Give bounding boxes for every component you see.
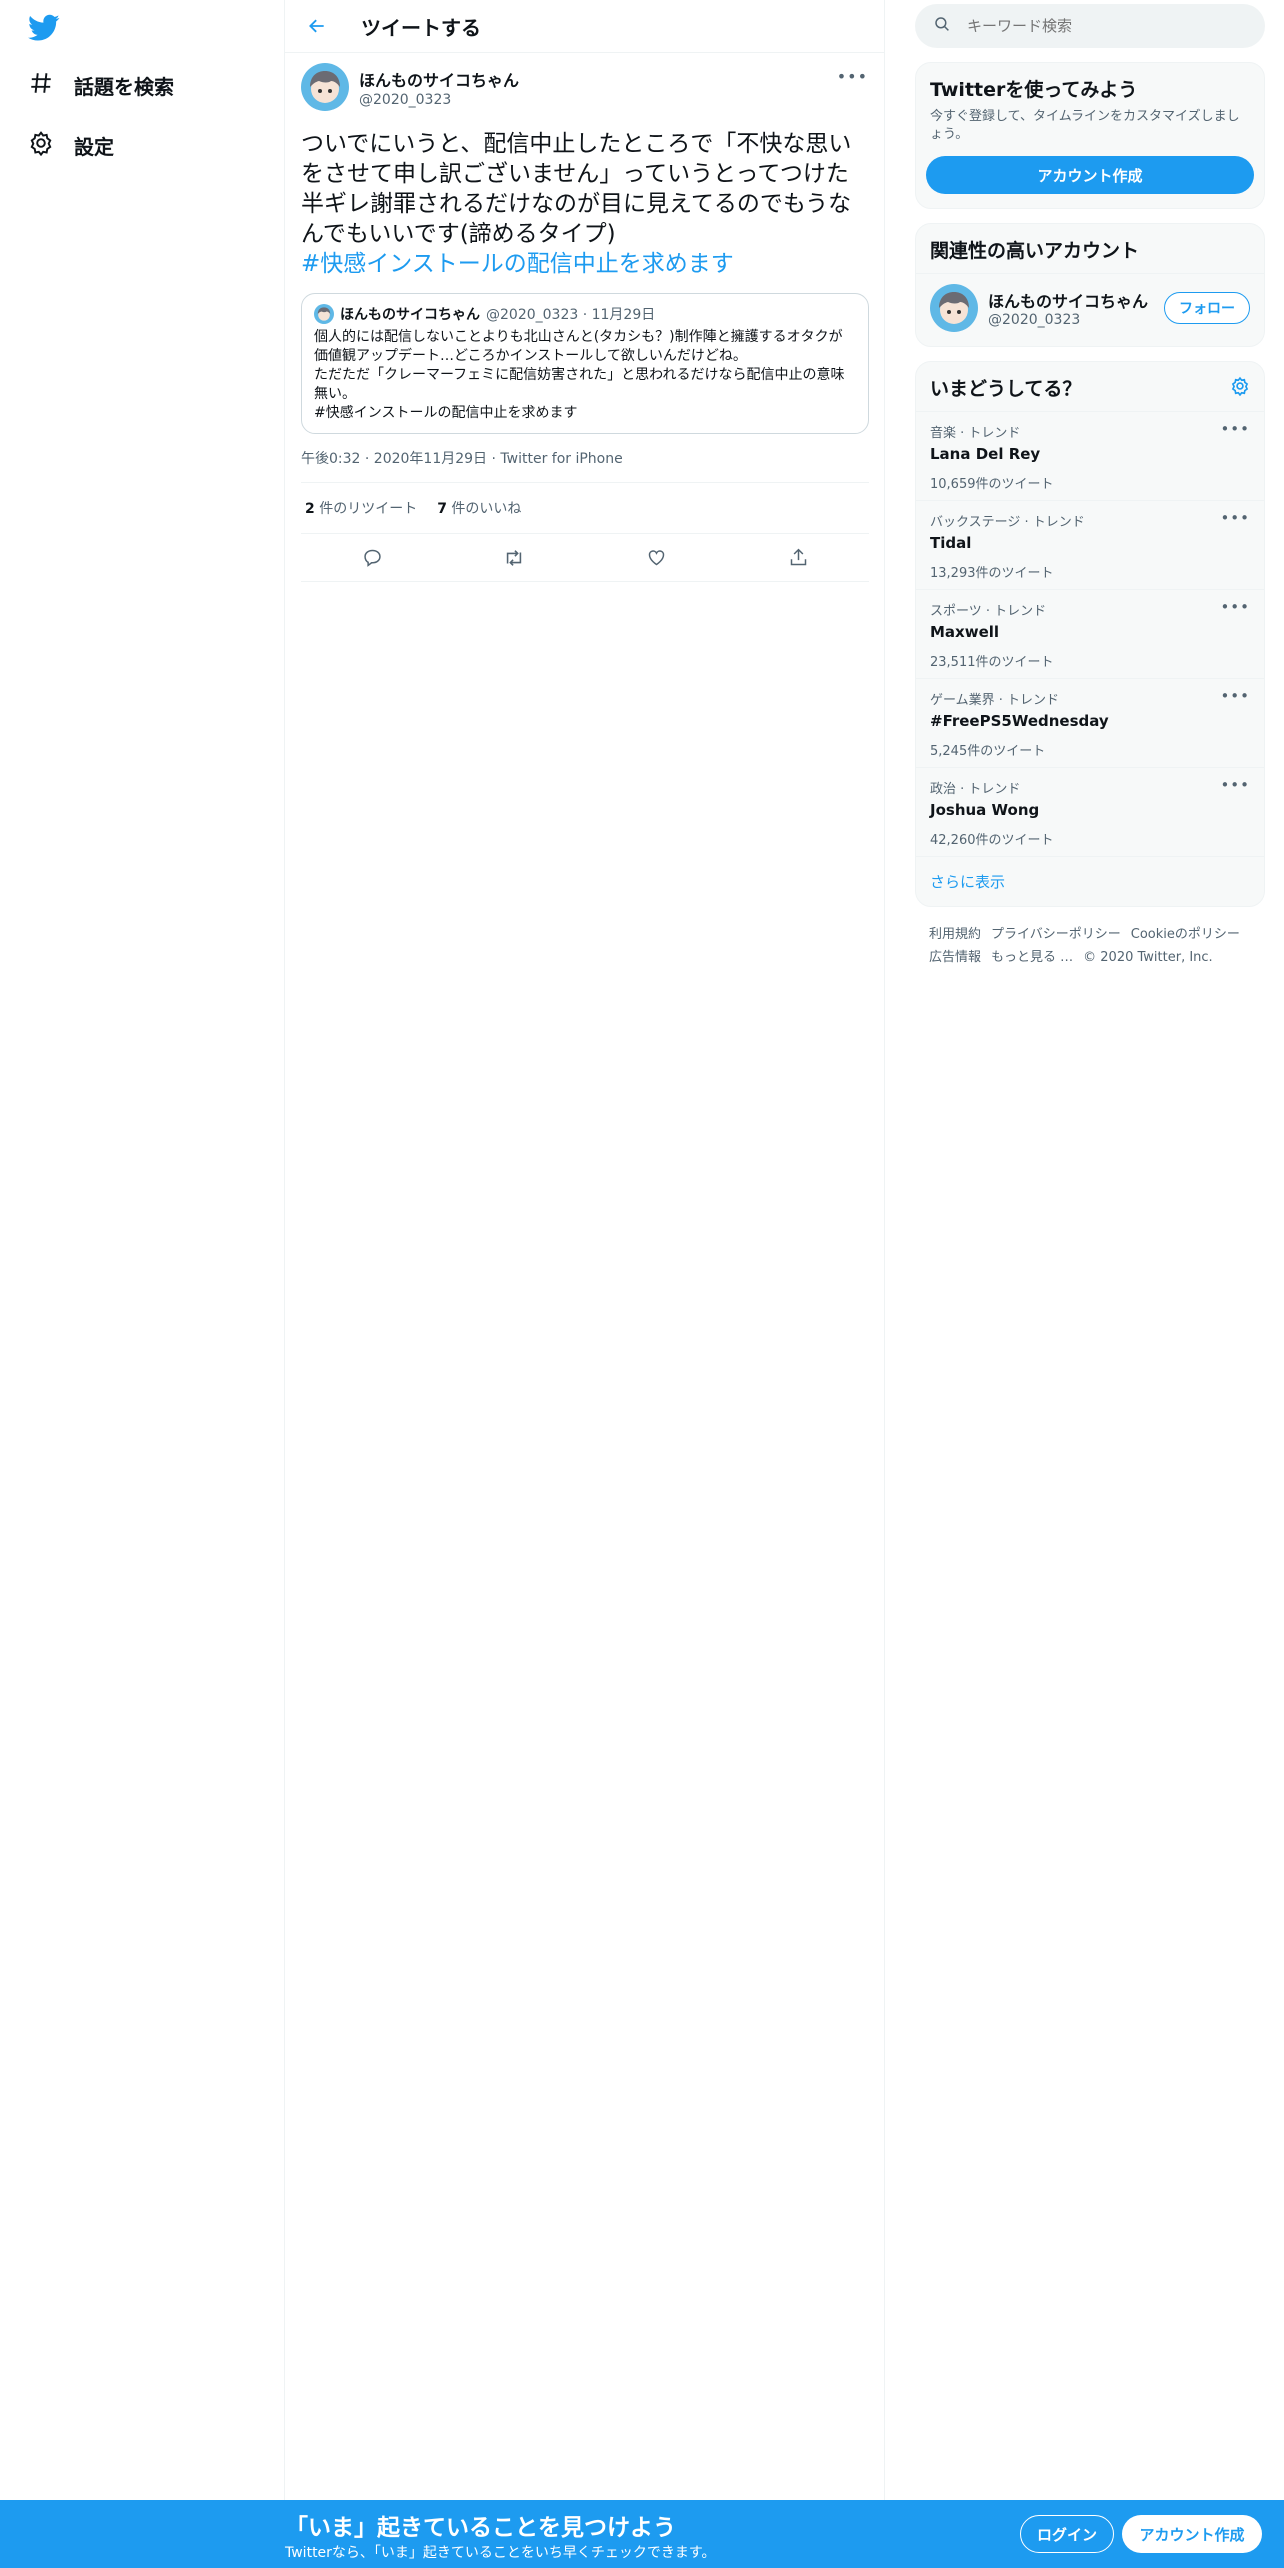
tweet-actions <box>301 534 869 582</box>
trend-context: 音楽 · トレンド <box>930 426 1021 441</box>
more-options-icon[interactable]: ••• <box>1220 598 1250 616</box>
cookie-link[interactable]: Cookieのポリシー <box>1131 927 1240 942</box>
show-more-link[interactable]: さらに表示 <box>916 857 1264 906</box>
nav-explore[interactable]: 話題を検索 <box>28 65 174 105</box>
footer: 利用規約 プライバシーポリシー Cookieのポリシー 広告情報 もっと見る … © 2… <box>915 923 1265 969</box>
trend-count: 10,659件のツイート <box>930 477 1054 492</box>
hashtag-icon <box>28 70 54 100</box>
trend-count: 5,245件のツイート <box>930 744 1046 759</box>
share-icon[interactable] <box>784 544 812 572</box>
signup-button[interactable]: アカウント作成 <box>1122 2515 1262 2553</box>
nav-settings[interactable]: 設定 <box>28 125 114 165</box>
tweet-hashtag-link[interactable]: #快感インストールの配信中止を求めます <box>301 249 871 279</box>
quoted-tweet[interactable]: ほんものサイコちゃん @2020_0323 · 11月29日 個人的には配信しな… <box>301 293 869 434</box>
trend-item[interactable]: ゲーム業界 · トレンド #FreePS5Wednesday 5,245件のツイ… <box>916 679 1264 768</box>
create-account-button[interactable]: アカウント作成 <box>926 156 1254 194</box>
quote-text: 個人的には配信しないことよりも北山さんと(タカシも？)制作陣と擁護するオタクが価… <box>314 329 845 421</box>
left-navigation: 話題を検索 設定 <box>0 0 285 2500</box>
trend-item[interactable]: 政治 · トレンド Joshua Wong 42,260件のツイート ••• <box>916 768 1264 857</box>
trend-count: 23,511件のツイート <box>930 655 1054 670</box>
trend-name: Maxwell <box>930 623 1000 641</box>
related-account-name[interactable]: ほんものサイコちゃん <box>988 288 1164 312</box>
likes-stat[interactable]: 7 件のいいね <box>437 498 521 518</box>
quote-handle-date: @2020_0323 · 11月29日 <box>486 307 656 323</box>
trend-name: Joshua Wong <box>930 801 1040 819</box>
trend-count: 42,260件のツイート <box>930 833 1054 848</box>
more-link[interactable]: もっと見る … <box>991 950 1073 965</box>
reply-icon[interactable] <box>358 544 386 572</box>
more-options-icon[interactable]: ••• <box>837 67 868 86</box>
tweet-stats: 2 件のリツイート 7 件のいいね <box>301 483 869 534</box>
tweet-author[interactable]: ほんものサイコちゃん @2020_0323 <box>301 63 868 111</box>
trend-name: #FreePS5Wednesday <box>930 712 1109 730</box>
gear-icon[interactable] <box>1230 376 1250 400</box>
search-input[interactable] <box>965 16 1235 36</box>
search-icon <box>933 15 951 37</box>
twitter-bird-icon[interactable] <box>28 14 64 44</box>
trends-card: いまどうしてる？ 音楽 · トレンド Lana Del Rey 10,659件の… <box>915 361 1265 907</box>
trends-title: いまどうしてる？ <box>930 378 1082 400</box>
trend-context: ゲーム業界 · トレンド <box>930 693 1060 708</box>
right-sidebar: Twitterを使ってみよう 今すぐ登録して、タイムラインをカスタマイズしましょ… <box>915 0 1265 969</box>
retweets-stat[interactable]: 2 件のリツイート <box>305 498 417 518</box>
login-button[interactable]: ログイン <box>1020 2515 1114 2553</box>
banner-subtitle: Twitterなら、「いま」起きていることをいち早くチェックできます。 <box>285 2545 716 2561</box>
trend-context: 政治 · トレンド <box>930 782 1021 797</box>
more-options-icon[interactable]: ••• <box>1220 509 1250 527</box>
avatar[interactable] <box>301 63 349 111</box>
trend-name: Tidal <box>930 534 972 552</box>
author-handle[interactable]: @2020_0323 <box>359 92 519 108</box>
ads-info-link[interactable]: 広告情報 <box>929 950 981 965</box>
related-account[interactable]: ほんものサイコちゃん @2020_0323 フォロー <box>916 274 1264 346</box>
avatar[interactable] <box>930 284 978 332</box>
quote-author-name: ほんものサイコちゃん <box>340 307 480 323</box>
gear-icon <box>28 130 54 160</box>
signup-card: Twitterを使ってみよう 今すぐ登録して、タイムラインをカスタマイズしましょ… <box>915 62 1265 209</box>
privacy-link[interactable]: プライバシーポリシー <box>991 927 1121 942</box>
trend-count: 13,293件のツイート <box>930 566 1054 581</box>
nav-explore-label: 話題を検索 <box>74 74 174 99</box>
page-header: ツイートする <box>285 0 884 53</box>
retweets-count: 2 <box>305 501 315 517</box>
page-title: ツイートする <box>361 15 481 40</box>
related-accounts-card: 関連性の高いアカウント ほんものサイコちゃん @2020_0323 フォロー <box>915 223 1265 347</box>
likes-label: 件のいいね <box>446 501 522 517</box>
avatar <box>314 304 334 324</box>
back-arrow-icon[interactable] <box>303 12 331 40</box>
trend-item[interactable]: スポーツ · トレンド Maxwell 23,511件のツイート ••• <box>916 590 1264 679</box>
likes-count: 7 <box>437 501 447 517</box>
more-options-icon[interactable]: ••• <box>1220 687 1250 705</box>
main-column: ツイートする ほんものサイコちゃん @2020_0323 ••• ついでにいうと… <box>285 0 885 2500</box>
tweet: ほんものサイコちゃん @2020_0323 ••• ついでにいうと、配信中止した… <box>285 53 884 582</box>
more-options-icon[interactable]: ••• <box>1220 420 1250 438</box>
terms-link[interactable]: 利用規約 <box>929 927 981 942</box>
signup-card-desc: 今すぐ登録して、タイムラインをカスタマイズしましょう。 <box>930 109 1240 142</box>
search-box[interactable] <box>915 4 1265 48</box>
signup-banner: 「いま」起きていることを見つけよう Twitterなら、「いま」起きていることを… <box>0 2500 1284 2568</box>
tweet-text: ついでにいうと、配信中止したところで「不快な思いをさせて申し訳ございません」って… <box>301 129 871 279</box>
retweets-label: 件のリツイート <box>314 501 418 517</box>
copyright: © 2020 Twitter, Inc. <box>1083 950 1213 965</box>
tweet-body: ついでにいうと、配信中止したところで「不快な思いをさせて申し訳ございません」って… <box>301 131 852 247</box>
banner-title: 「いま」起きていることを見つけよう <box>285 2515 676 2541</box>
retweet-icon[interactable] <box>500 544 528 572</box>
trend-name: Lana Del Rey <box>930 445 1041 463</box>
author-name[interactable]: ほんものサイコちゃん <box>359 67 519 91</box>
trend-item[interactable]: 音楽 · トレンド Lana Del Rey 10,659件のツイート ••• <box>916 412 1264 501</box>
more-options-icon[interactable]: ••• <box>1220 776 1250 794</box>
nav-settings-label: 設定 <box>74 134 114 159</box>
tweet-timestamp[interactable]: 午後0:32 · 2020年11月29日 · Twitter for iPhon… <box>301 448 869 483</box>
like-icon[interactable] <box>642 544 670 572</box>
trend-context: スポーツ · トレンド <box>930 604 1047 619</box>
trend-item[interactable]: バックステージ · トレンド Tidal 13,293件のツイート ••• <box>916 501 1264 590</box>
related-account-handle[interactable]: @2020_0323 <box>988 312 1164 328</box>
trend-context: バックステージ · トレンド <box>930 515 1085 530</box>
follow-button[interactable]: フォロー <box>1164 292 1250 324</box>
signup-card-title: Twitterを使ってみよう <box>930 79 1138 101</box>
related-accounts-title: 関連性の高いアカウント <box>916 224 1264 274</box>
